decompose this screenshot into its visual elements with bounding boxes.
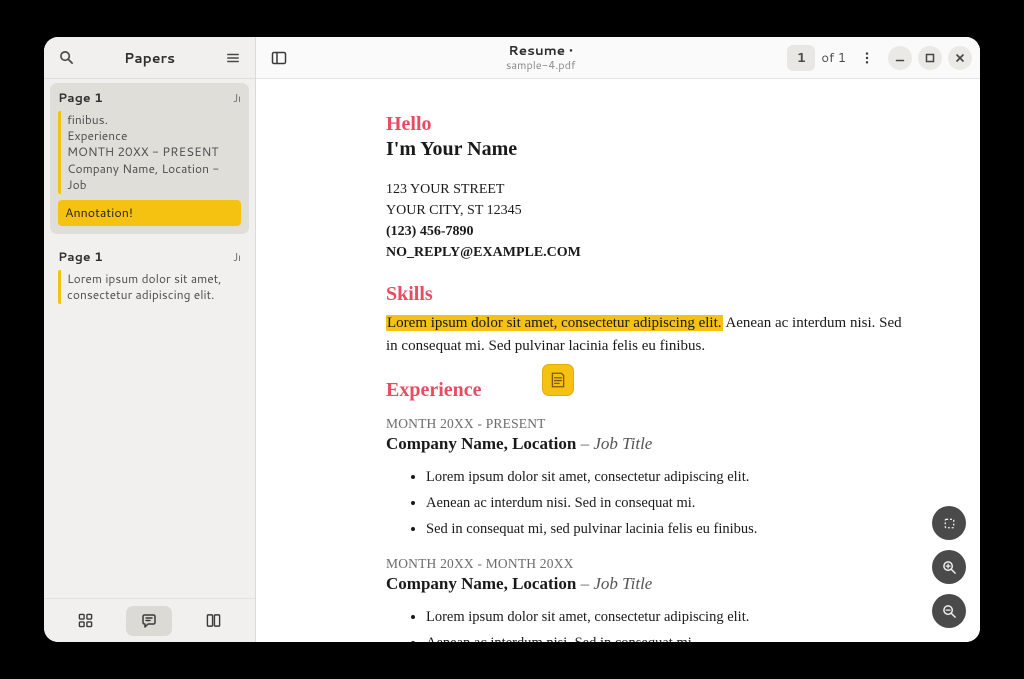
job-company: Company Name, Location: [386, 434, 576, 453]
bullet: Lorem ipsum dolor sit amet, consectetur …: [426, 464, 908, 490]
annotation-quote: Lorem ipsum dolor sit amet, consectetur …: [58, 270, 241, 304]
annotation-quote: finibus.ExperienceMONTH 20XX - PRESENTCo…: [58, 111, 241, 194]
annotation-page: Page 1: [58, 89, 103, 107]
sidebar-header: Papers: [44, 37, 255, 79]
title-area: Resume • sample-4.pdf: [506, 43, 575, 71]
sidebar: Papers Page 1 Jı finibus.ExperienceMONTH…: [44, 37, 256, 642]
hamburger-icon: [226, 51, 240, 65]
grid-icon: [78, 613, 93, 628]
job-company: Company Name, Location: [386, 574, 576, 593]
skills-text: Lorem ipsum dolor sit amet, consectetur …: [386, 312, 908, 359]
annotations-view-button[interactable]: [126, 606, 172, 636]
annotation-header: Page 1 Jı: [58, 248, 241, 266]
page-indicator: 1 of 1: [787, 45, 846, 71]
search-button[interactable]: [52, 44, 80, 72]
document-viewer[interactable]: Hello I'm Your Name 123 YOUR STREET YOUR…: [256, 79, 980, 642]
sidebar-footer: [44, 598, 255, 642]
contact-phone: (123) 456-7890: [386, 221, 908, 242]
annotation-page: Page 1: [58, 248, 103, 266]
bullet: Aenean ac interdum nisi. Sed in consequa…: [426, 490, 908, 516]
hello-heading: Hello: [386, 113, 908, 136]
thumbnails-view-button[interactable]: [63, 606, 109, 636]
maximize-button[interactable]: [918, 46, 942, 70]
highlight-annotation[interactable]: Lorem ipsum dolor sit amet, consectetur …: [386, 315, 723, 331]
job-title: Job Title: [593, 574, 652, 593]
experience-heading: Experience: [386, 379, 482, 402]
job-company-line: Company Name, Location – Job Title: [386, 574, 908, 594]
dual-page-icon: [206, 613, 221, 628]
bullet: Lorem ipsum dolor sit amet, consectetur …: [426, 604, 908, 630]
zoom-in-button[interactable]: [932, 550, 966, 584]
search-icon: [59, 50, 74, 65]
contact-email: NO_REPLY@EXAMPLE.COM: [386, 242, 908, 263]
sidebar-title: Papers: [80, 48, 219, 68]
annotation-date: Jı: [233, 90, 241, 106]
page-number-input[interactable]: 1: [787, 45, 815, 71]
kebab-icon: [860, 51, 874, 65]
main-area: Resume • sample-4.pdf 1 of 1 H: [256, 37, 980, 642]
contact-city: YOUR CITY, ST 12345: [386, 200, 908, 221]
maximize-icon: [925, 53, 935, 63]
job-company-line: Company Name, Location – Job Title: [386, 434, 908, 454]
bullet: Sed in consequat mi, sed pulvinar lacini…: [426, 516, 908, 542]
annotation-list: Page 1 Jı finibus.ExperienceMONTH 20XX -…: [44, 79, 255, 598]
main-menu-button[interactable]: [852, 43, 882, 73]
zoom-out-button[interactable]: [932, 594, 966, 628]
job-bullets: Lorem ipsum dolor sit amet, consectetur …: [426, 464, 908, 542]
annotation-card[interactable]: Page 1 Jı Lorem ipsum dolor sit amet, co…: [50, 242, 249, 318]
minimize-button[interactable]: [888, 46, 912, 70]
toolbar: Resume • sample-4.pdf 1 of 1: [256, 37, 980, 79]
document-filename: sample-4.pdf: [506, 59, 575, 72]
zoom-out-icon: [942, 604, 957, 619]
note-icon: [549, 371, 567, 389]
app-window: Papers Page 1 Jı finibus.ExperienceMONTH…: [44, 37, 980, 642]
job-title: Job Title: [593, 434, 652, 453]
annotation-note: Annotation!: [58, 200, 241, 226]
note-annotation[interactable]: [542, 364, 574, 396]
sidebar-menu-button[interactable]: [219, 44, 247, 72]
skills-heading: Skills: [386, 283, 908, 306]
bullet: Aenean ac interdum nisi. Sed in consequa…: [426, 630, 908, 642]
close-icon: [955, 53, 965, 63]
page-total-label: of 1: [821, 49, 846, 67]
chat-icon: [141, 613, 157, 629]
toggle-sidebar-button[interactable]: [264, 43, 294, 73]
name-heading: I'm Your Name: [386, 138, 908, 161]
job-dates: MONTH 20XX - MONTH 20XX: [386, 556, 908, 572]
fit-icon: [942, 516, 957, 531]
close-button[interactable]: [948, 46, 972, 70]
fit-page-button[interactable]: [932, 506, 966, 540]
contact-block: 123 YOUR STREET YOUR CITY, ST 12345 (123…: [386, 179, 908, 263]
job-bullets: Lorem ipsum dolor sit amet, consectetur …: [426, 604, 908, 642]
job-dates: MONTH 20XX - PRESENT: [386, 416, 908, 432]
pdf-page: Hello I'm Your Name 123 YOUR STREET YOUR…: [256, 79, 980, 642]
outline-view-button[interactable]: [190, 606, 236, 636]
annotation-header: Page 1 Jı: [58, 89, 241, 107]
annotation-date: Jı: [233, 249, 241, 265]
annotation-card[interactable]: Page 1 Jı finibus.ExperienceMONTH 20XX -…: [50, 83, 249, 234]
minimize-icon: [895, 53, 905, 63]
sidebar-icon: [271, 50, 287, 66]
contact-street: 123 YOUR STREET: [386, 179, 908, 200]
zoom-in-icon: [942, 560, 957, 575]
floating-controls: [932, 506, 966, 628]
